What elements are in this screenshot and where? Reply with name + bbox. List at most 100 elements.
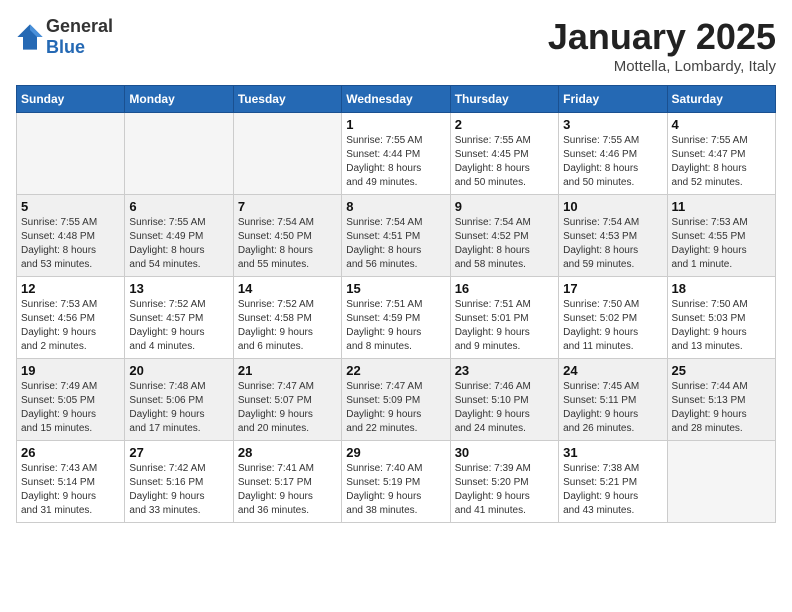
day-header-monday: Monday (125, 86, 233, 113)
day-info: Sunrise: 7:55 AM Sunset: 4:48 PM Dayligh… (21, 216, 120, 272)
calendar-day: 21 Sunrise: 7:47 AM Sunset: 5:07 PM Dayli… (233, 359, 341, 441)
day-info: Sunrise: 7:44 AM Sunset: 5:13 PM Dayligh… (672, 380, 771, 436)
day-number: 8 (346, 199, 445, 214)
day-info: Sunrise: 7:53 AM Sunset: 4:56 PM Dayligh… (21, 298, 120, 354)
day-header-friday: Friday (559, 86, 667, 113)
day-info: Sunrise: 7:55 AM Sunset: 4:44 PM Dayligh… (346, 134, 445, 190)
logo-general-text: General (46, 16, 113, 37)
calendar-week-row: 5Sunrise: 7:55 AM Sunset: 4:48 PM Daylig… (17, 195, 776, 277)
day-info: Sunrise: 7:38 AM Sunset: 5:21 PM Dayligh… (563, 462, 662, 518)
calendar-day: 7 Sunrise: 7:54 AM Sunset: 4:50 PM Daylig… (233, 195, 341, 277)
calendar-day: 17Sunrise: 7:50 AM Sunset: 5:02 PM Dayli… (559, 277, 667, 359)
day-header-thursday: Thursday (450, 86, 558, 113)
day-info: Sunrise: 7:51 AM Sunset: 4:59 PM Dayligh… (346, 298, 445, 354)
calendar-day: 5Sunrise: 7:55 AM Sunset: 4:48 PM Daylig… (17, 195, 125, 277)
calendar-day: 12 Sunrise: 7:53 AM Sunset: 4:56 PM Dayli… (17, 277, 125, 359)
calendar-day: 11 Sunrise: 7:53 AM Sunset: 4:55 PM Dayli… (667, 195, 775, 277)
logo-blue-text: Blue (46, 37, 85, 57)
day-number: 18 (672, 281, 771, 296)
day-number: 7 (238, 199, 337, 214)
calendar-day (125, 113, 233, 195)
day-number: 13 (129, 281, 228, 296)
calendar-day: 24 Sunrise: 7:45 AM Sunset: 5:11 PM Dayli… (559, 359, 667, 441)
day-number: 23 (455, 363, 554, 378)
calendar-day: 13 Sunrise: 7:52 AM Sunset: 4:57 PM Dayli… (125, 277, 233, 359)
calendar-day: 16Sunrise: 7:51 AM Sunset: 5:01 PM Dayli… (450, 277, 558, 359)
calendar-day: 26 Sunrise: 7:43 AM Sunset: 5:14 PM Dayli… (17, 441, 125, 523)
day-info: Sunrise: 7:41 AM Sunset: 5:17 PM Dayligh… (238, 462, 337, 518)
day-number: 4 (672, 117, 771, 132)
day-info: Sunrise: 7:47 AM Sunset: 5:09 PM Dayligh… (346, 380, 445, 436)
calendar-day: 14 Sunrise: 7:52 AM Sunset: 4:58 PM Dayli… (233, 277, 341, 359)
month-title: January 2025 (548, 16, 776, 58)
calendar-day: 22 Sunrise: 7:47 AM Sunset: 5:09 PM Dayli… (342, 359, 450, 441)
day-number: 2 (455, 117, 554, 132)
calendar-day: 8Sunrise: 7:54 AM Sunset: 4:51 PM Daylig… (342, 195, 450, 277)
calendar-day: 6Sunrise: 7:55 AM Sunset: 4:49 PM Daylig… (125, 195, 233, 277)
day-number: 28 (238, 445, 337, 460)
day-info: Sunrise: 7:55 AM Sunset: 4:46 PM Dayligh… (563, 134, 662, 190)
day-number: 15 (346, 281, 445, 296)
logo: General Blue (16, 16, 113, 58)
day-info: Sunrise: 7:54 AM Sunset: 4:53 PM Dayligh… (563, 216, 662, 272)
day-number: 12 (21, 281, 120, 296)
day-info: Sunrise: 7:47 AM Sunset: 5:07 PM Dayligh… (238, 380, 337, 436)
day-number: 26 (21, 445, 120, 460)
day-number: 3 (563, 117, 662, 132)
calendar-week-row: 1 Sunrise: 7:55 AM Sunset: 4:44 PM Daylig… (17, 113, 776, 195)
day-info: Sunrise: 7:48 AM Sunset: 5:06 PM Dayligh… (129, 380, 228, 436)
calendar-day: 4 Sunrise: 7:55 AM Sunset: 4:47 PM Daylig… (667, 113, 775, 195)
day-info: Sunrise: 7:51 AM Sunset: 5:01 PM Dayligh… (455, 298, 554, 354)
day-info: Sunrise: 7:53 AM Sunset: 4:55 PM Dayligh… (672, 216, 771, 272)
page-header: General Blue January 2025 Mottella, Lomb… (16, 16, 776, 75)
day-header-sunday: Sunday (17, 86, 125, 113)
calendar-day: 10 Sunrise: 7:54 AM Sunset: 4:53 PM Dayli… (559, 195, 667, 277)
day-info: Sunrise: 7:49 AM Sunset: 5:05 PM Dayligh… (21, 380, 120, 436)
day-number: 30 (455, 445, 554, 460)
day-info: Sunrise: 7:54 AM Sunset: 4:50 PM Dayligh… (238, 216, 337, 272)
calendar-day: 28 Sunrise: 7:41 AM Sunset: 5:17 PM Dayli… (233, 441, 341, 523)
calendar-day: 18 Sunrise: 7:50 AM Sunset: 5:03 PM Dayli… (667, 277, 775, 359)
day-header-tuesday: Tuesday (233, 86, 341, 113)
calendar-day (233, 113, 341, 195)
calendar-day: 20 Sunrise: 7:48 AM Sunset: 5:06 PM Dayli… (125, 359, 233, 441)
calendar-week-row: 26 Sunrise: 7:43 AM Sunset: 5:14 PM Dayli… (17, 441, 776, 523)
day-number: 11 (672, 199, 771, 214)
calendar-day: 2Sunrise: 7:55 AM Sunset: 4:45 PM Daylig… (450, 113, 558, 195)
day-info: Sunrise: 7:45 AM Sunset: 5:11 PM Dayligh… (563, 380, 662, 436)
day-number: 17 (563, 281, 662, 296)
day-number: 24 (563, 363, 662, 378)
calendar-day: 31 Sunrise: 7:38 AM Sunset: 5:21 PM Dayli… (559, 441, 667, 523)
day-number: 31 (563, 445, 662, 460)
day-number: 9 (455, 199, 554, 214)
day-info: Sunrise: 7:43 AM Sunset: 5:14 PM Dayligh… (21, 462, 120, 518)
day-header-wednesday: Wednesday (342, 86, 450, 113)
day-number: 14 (238, 281, 337, 296)
calendar-day: 15 Sunrise: 7:51 AM Sunset: 4:59 PM Dayli… (342, 277, 450, 359)
day-number: 10 (563, 199, 662, 214)
calendar-header-row: SundayMondayTuesdayWednesdayThursdayFrid… (17, 86, 776, 113)
calendar-day: 29 Sunrise: 7:40 AM Sunset: 5:19 PM Dayli… (342, 441, 450, 523)
day-info: Sunrise: 7:55 AM Sunset: 4:47 PM Dayligh… (672, 134, 771, 190)
day-number: 22 (346, 363, 445, 378)
day-info: Sunrise: 7:40 AM Sunset: 5:19 PM Dayligh… (346, 462, 445, 518)
calendar-day (17, 113, 125, 195)
logo-icon (16, 23, 44, 51)
day-header-saturday: Saturday (667, 86, 775, 113)
calendar-day: 25Sunrise: 7:44 AM Sunset: 5:13 PM Dayli… (667, 359, 775, 441)
day-number: 29 (346, 445, 445, 460)
day-info: Sunrise: 7:52 AM Sunset: 4:57 PM Dayligh… (129, 298, 228, 354)
day-number: 1 (346, 117, 445, 132)
day-info: Sunrise: 7:50 AM Sunset: 5:03 PM Dayligh… (672, 298, 771, 354)
title-area: January 2025 Mottella, Lombardy, Italy (548, 16, 776, 75)
day-number: 21 (238, 363, 337, 378)
day-number: 27 (129, 445, 228, 460)
day-info: Sunrise: 7:46 AM Sunset: 5:10 PM Dayligh… (455, 380, 554, 436)
calendar-day: 1 Sunrise: 7:55 AM Sunset: 4:44 PM Daylig… (342, 113, 450, 195)
calendar-day: 19Sunrise: 7:49 AM Sunset: 5:05 PM Dayli… (17, 359, 125, 441)
day-info: Sunrise: 7:52 AM Sunset: 4:58 PM Dayligh… (238, 298, 337, 354)
calendar-day: 9Sunrise: 7:54 AM Sunset: 4:52 PM Daylig… (450, 195, 558, 277)
calendar-table: SundayMondayTuesdayWednesdayThursdayFrid… (16, 85, 776, 523)
day-number: 20 (129, 363, 228, 378)
calendar-day (667, 441, 775, 523)
